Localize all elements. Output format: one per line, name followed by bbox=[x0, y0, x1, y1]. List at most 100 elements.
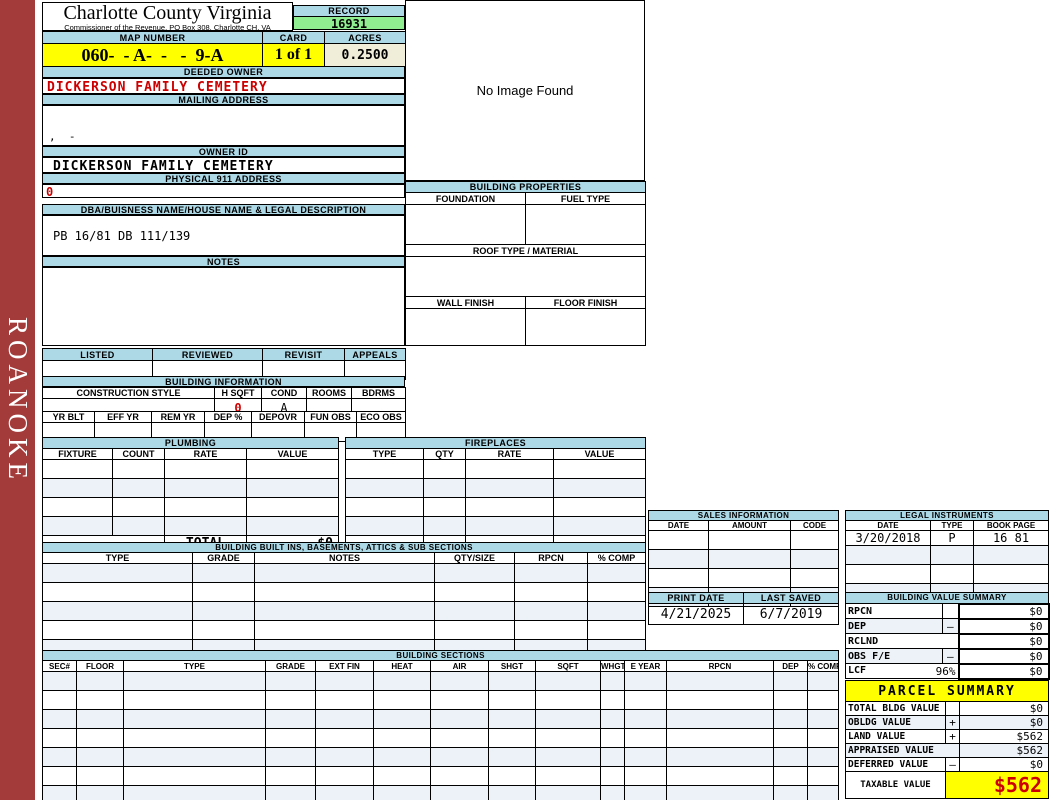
bs-extfin-col: EXT FIN bbox=[315, 660, 374, 672]
built-ins-title: BUILDING BUILT INS, BASEMENTS, ATTICS & … bbox=[41, 542, 647, 553]
fuel-type-value[interactable] bbox=[525, 204, 646, 245]
ps-row-appraised: APPRAISED VALUE $562 bbox=[845, 743, 1050, 758]
last-saved-label: LAST SAVED bbox=[743, 592, 839, 604]
ps-value: $0 bbox=[958, 757, 1050, 772]
bvs-value: $0 bbox=[957, 647, 1050, 665]
bs-whgt-col: WHGT bbox=[600, 660, 625, 672]
dba-legal-label: DBA/BUISNESS NAME/HOUSE NAME & LEGAL DES… bbox=[42, 204, 405, 215]
ps-label: DEFERRED VALUE bbox=[845, 757, 946, 772]
bs-shgt-col: SHGT bbox=[488, 660, 536, 672]
fp-qty-col: QTY bbox=[423, 448, 466, 460]
construction-style-label: CONSTRUCTION STYLE bbox=[42, 387, 215, 399]
card-value[interactable]: 1 of 1 bbox=[262, 43, 325, 67]
acres-label: ACRES bbox=[324, 31, 406, 44]
property-photo-panel: No Image Found bbox=[405, 0, 645, 181]
property-record-card: ROANOKE Charlotte County Virginia Commis… bbox=[0, 0, 1050, 800]
bvs-value: $0 bbox=[957, 662, 1050, 680]
empty-row bbox=[42, 497, 340, 517]
legal-title: LEGAL INSTRUMENTS bbox=[844, 510, 1050, 521]
mailing-address-box[interactable]: , - bbox=[42, 105, 405, 146]
notes-label: NOTES bbox=[42, 256, 405, 267]
notes-box[interactable] bbox=[42, 267, 405, 346]
li-date-col: DATE bbox=[845, 520, 931, 531]
building-sections-table: BUILDING SECTIONS SEC# FLOOR TYPE GRADE … bbox=[41, 650, 840, 800]
floor-finish-value[interactable] bbox=[525, 308, 646, 346]
empty-row bbox=[42, 582, 647, 602]
sales-title: SALES INFORMATION bbox=[647, 510, 840, 521]
owner-id-value[interactable]: DICKERSON FAMILY CEMETERY bbox=[42, 157, 405, 174]
sale-amount-col: AMOUNT bbox=[708, 520, 791, 531]
plumbing-title: PLUMBING bbox=[41, 437, 340, 449]
roof-value[interactable] bbox=[405, 256, 646, 297]
ps-row-totalbldg: TOTAL BLDG VALUE $0 bbox=[845, 701, 1050, 716]
ps-row-obldg: OBLDG VALUE + $0 bbox=[845, 715, 1050, 730]
ps-op bbox=[945, 701, 960, 716]
foundation-value[interactable] bbox=[405, 204, 526, 245]
empty-row bbox=[42, 747, 840, 767]
revisit-label: REVISIT bbox=[262, 348, 345, 361]
li-type: P bbox=[930, 530, 974, 546]
cond-label: COND bbox=[261, 387, 307, 399]
taxable-label: TAXABLE VALUE bbox=[845, 771, 946, 799]
bs-air-col: AIR bbox=[430, 660, 489, 672]
li-bookpage-col: BOOK PAGE bbox=[972, 520, 1050, 531]
bi-type-col: TYPE bbox=[42, 552, 193, 564]
bs-heat-col: HEAT bbox=[373, 660, 431, 672]
bvs-row-rclnd: RCLND $0 bbox=[845, 632, 1050, 650]
map-card-acres: MAP NUMBER CARD ACRES 060- - A- - - 9-A … bbox=[42, 31, 406, 67]
fp-rate-col: RATE bbox=[465, 448, 554, 460]
building-value-summary: BUILDING VALUE SUMMARY RPCN $0 DEP – $0 … bbox=[845, 592, 1050, 680]
building-information-title: BUILDING INFORMATION bbox=[42, 376, 405, 387]
empty-row bbox=[42, 563, 647, 583]
bvs-label: OBS F/E bbox=[845, 648, 943, 664]
record-value[interactable]: 16931 bbox=[293, 16, 405, 31]
map-number-value[interactable]: 060- - A- - - 9-A bbox=[42, 43, 263, 67]
bvs-row-obs: OBS F/E – $0 bbox=[845, 647, 1050, 665]
bs-sec-col: SEC# bbox=[42, 660, 77, 672]
physical-address-label: PHYSICAL 911 ADDRESS bbox=[42, 173, 405, 184]
empty-row bbox=[42, 671, 840, 691]
ps-taxable-row: TAXABLE VALUE $562 bbox=[845, 771, 1050, 799]
empty-row bbox=[845, 545, 1050, 565]
bs-type-col: TYPE bbox=[123, 660, 266, 672]
vendor-logo-text: ROANOKE bbox=[3, 316, 33, 484]
ps-row-land: LAND VALUE + $562 bbox=[845, 729, 1050, 744]
ecoobs-label: ECO OBS bbox=[356, 411, 406, 423]
wall-finish-value[interactable] bbox=[405, 308, 526, 346]
empty-row bbox=[42, 728, 840, 748]
bvs-row-dep: DEP – $0 bbox=[845, 617, 1050, 635]
mailing-address-value: , - bbox=[49, 130, 76, 143]
empty-row bbox=[42, 478, 340, 498]
bs-sqft-col: SQFT bbox=[535, 660, 601, 672]
ps-value: $562 bbox=[958, 743, 1050, 758]
legal-instruments-table: LEGAL INSTRUMENTS DATE TYPE BOOK PAGE 3/… bbox=[844, 510, 1050, 603]
acres-value[interactable]: 0.2500 bbox=[324, 43, 406, 67]
dba-legal-box[interactable]: PB 16/81 DB 111/139 bbox=[42, 215, 405, 256]
bvs-label: RCLND bbox=[845, 633, 959, 649]
remyr-label: REM YR bbox=[151, 411, 205, 423]
empty-row bbox=[42, 516, 340, 536]
bvs-lcf-pct: 96% bbox=[935, 664, 956, 678]
bs-dep-col: DEP bbox=[773, 660, 808, 672]
no-image-placeholder: No Image Found bbox=[476, 83, 574, 98]
deeded-owner-label: DEEDED OWNER bbox=[42, 66, 405, 78]
ps-label: LAND VALUE bbox=[845, 729, 946, 744]
ps-op: + bbox=[945, 715, 960, 730]
bi-comp-col: % COMP bbox=[586, 552, 647, 564]
deeded-owner-value[interactable]: DICKERSON FAMILY CEMETERY bbox=[42, 78, 405, 95]
rooms-label: ROOMS bbox=[306, 387, 352, 399]
bvs-row-lcf: LCF 96% $0 bbox=[845, 662, 1050, 680]
record-panel: RECORD 16931 bbox=[293, 5, 405, 31]
physical-address-value[interactable]: 0 bbox=[42, 184, 405, 199]
fireplaces-title: FIREPLACES bbox=[344, 437, 647, 449]
floor-finish-label: FLOOR FINISH bbox=[525, 296, 646, 309]
depovr-label: DEPOVR bbox=[251, 411, 305, 423]
print-date-label: PRINT DATE bbox=[648, 592, 744, 604]
li-bookpage: 16 81 bbox=[972, 530, 1050, 546]
fuel-type-label: FUEL TYPE bbox=[525, 192, 646, 205]
ps-op: + bbox=[945, 729, 960, 744]
appeals-label: APPEALS bbox=[344, 348, 406, 361]
mailing-address-label: MAILING ADDRESS bbox=[42, 94, 405, 105]
bvs-op bbox=[942, 603, 959, 619]
bvs-value: $0 bbox=[957, 632, 1050, 650]
